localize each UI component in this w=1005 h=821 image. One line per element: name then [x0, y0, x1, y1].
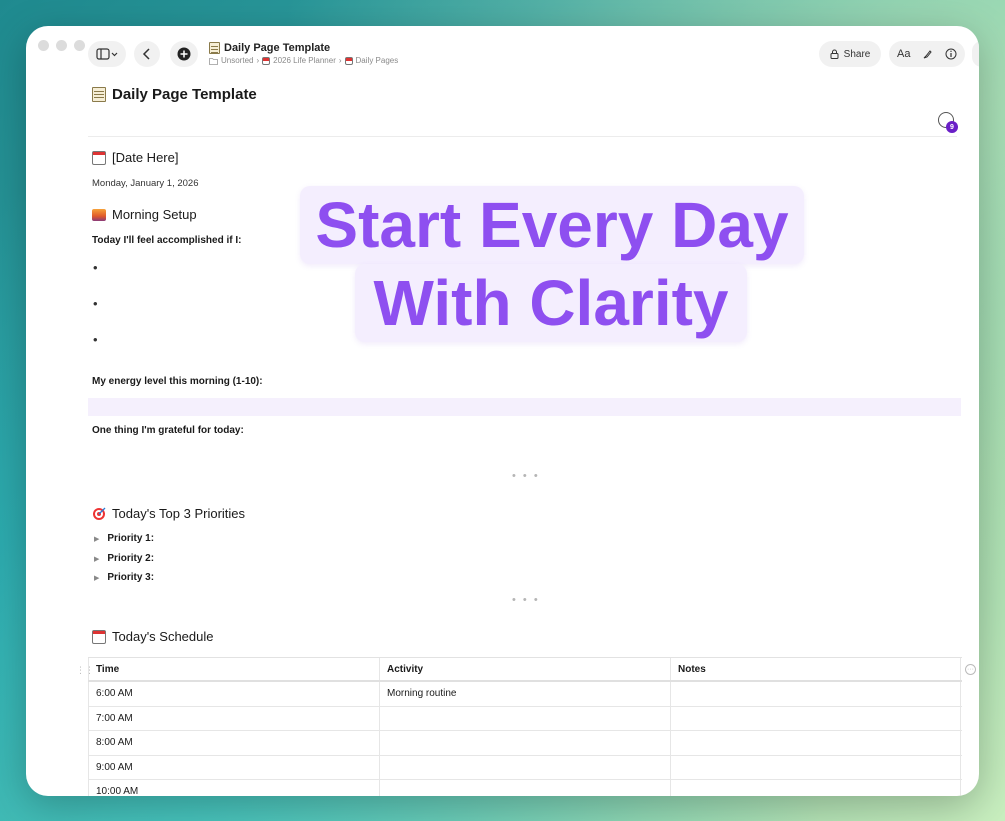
- disclosure-triangle-icon[interactable]: ▶: [94, 555, 99, 563]
- notepad-icon: [92, 87, 106, 102]
- table-cell[interactable]: [670, 706, 961, 730]
- calendar-icon: [92, 150, 106, 165]
- chevron-right-icon: ›: [256, 56, 260, 65]
- priority-toggle-1[interactable]: ▶ Priority 1:: [94, 533, 154, 544]
- breadcrumb-item-unsorted[interactable]: Unsorted: [221, 56, 253, 65]
- overlay-line-2: With Clarity: [355, 264, 747, 342]
- table-cell[interactable]: 8:00 AM: [88, 731, 379, 755]
- date-text: Monday, January 1, 2026: [92, 178, 199, 189]
- share-label: Share: [843, 48, 871, 60]
- schedule-heading-text: Today's Schedule: [112, 629, 214, 644]
- table-cell[interactable]: 10:00 AM: [88, 780, 379, 796]
- calendar-icon: [262, 56, 271, 65]
- sidebar-icon: [96, 48, 118, 60]
- info-icon[interactable]: [945, 48, 957, 60]
- title-divider: [88, 136, 957, 137]
- breadcrumb-item-life-planner[interactable]: 2026 Life Planner: [273, 56, 336, 65]
- new-page-button[interactable]: [170, 41, 198, 67]
- app-window: Daily Page Template Unsorted › 2026 Life…: [26, 26, 979, 796]
- table-cell[interactable]: [670, 755, 961, 779]
- plus-circle-icon: [177, 47, 191, 61]
- lock-icon: [830, 49, 839, 59]
- disclosure-triangle-icon[interactable]: ▶: [94, 574, 99, 582]
- accomplished-label: Today I'll feel accomplished if I:: [92, 235, 242, 246]
- priority-toggle-3[interactable]: ▶ Priority 3:: [94, 572, 154, 583]
- schedule-heading: Today's Schedule: [92, 629, 214, 644]
- zoom-window-button[interactable]: [74, 40, 85, 51]
- disclosure-triangle-icon[interactable]: ▶: [94, 535, 99, 543]
- calendar-icon: [92, 629, 106, 644]
- chevron-left-icon: [142, 48, 150, 60]
- priority-label: Priority 1:: [107, 533, 155, 544]
- chevron-right-icon: ›: [338, 56, 342, 65]
- table-row: 7:00 AM: [88, 706, 962, 731]
- page-title-text: Daily Page Template: [112, 86, 257, 103]
- section-divider: • • •: [512, 470, 540, 482]
- minimize-window-button[interactable]: [56, 40, 67, 51]
- table-cell[interactable]: [379, 731, 670, 755]
- date-heading: [Date Here]: [92, 150, 178, 165]
- table-cell[interactable]: [379, 780, 670, 796]
- share-button[interactable]: Share: [819, 41, 881, 67]
- morning-heading-text: Morning Setup: [112, 207, 197, 222]
- format-tools-group: Aa: [889, 41, 965, 67]
- breadcrumb-path: Unsorted › 2026 Life Planner › Daily Pag…: [209, 56, 398, 65]
- table-cell[interactable]: 9:00 AM: [88, 755, 379, 779]
- overlay-line-1: Start Every Day: [300, 186, 804, 264]
- breadcrumb-item-daily-pages[interactable]: Daily Pages: [356, 56, 399, 65]
- table-cell[interactable]: [379, 706, 670, 730]
- folder-icon: [209, 57, 218, 65]
- more-options-icon[interactable]: ···: [965, 664, 976, 675]
- sidebar-toggle-button[interactable]: [88, 41, 126, 67]
- font-settings-button[interactable]: Aa: [897, 48, 910, 60]
- promo-overlay: Start Every Day With Clarity: [300, 186, 804, 346]
- close-window-button[interactable]: [38, 40, 49, 51]
- target-icon: [93, 507, 106, 520]
- list-item[interactable]: •: [93, 332, 98, 347]
- table-header-row: Time Activity Notes: [88, 658, 962, 682]
- energy-label: My energy level this morning (1-10):: [92, 376, 263, 387]
- grateful-label: One thing I'm grateful for today:: [92, 425, 244, 436]
- table-row: 8:00 AM: [88, 731, 962, 756]
- comment-count-badge: 9: [946, 121, 958, 133]
- date-heading-text: [Date Here]: [112, 150, 179, 165]
- breadcrumb-title: Daily Page Template: [224, 42, 331, 54]
- list-item[interactable]: •: [93, 296, 98, 311]
- back-button[interactable]: [134, 41, 160, 67]
- list-item[interactable]: •: [93, 260, 98, 275]
- notepad-icon: [209, 42, 220, 54]
- priority-toggle-2[interactable]: ▶ Priority 2:: [94, 553, 154, 564]
- priorities-heading-text: Today's Top 3 Priorities: [112, 506, 246, 521]
- priorities-heading: Today's Top 3 Priorities: [92, 506, 245, 521]
- table-cell[interactable]: 7:00 AM: [88, 706, 379, 730]
- table-cell[interactable]: Morning routine: [379, 682, 670, 706]
- section-divider: • • •: [512, 594, 540, 606]
- morning-heading: Morning Setup: [92, 207, 197, 222]
- sunrise-icon: [92, 208, 106, 221]
- priority-label: Priority 2:: [107, 553, 155, 564]
- table-cell[interactable]: [670, 780, 961, 796]
- breadcrumb-title-row: Daily Page Template: [209, 42, 398, 54]
- table-cell[interactable]: [670, 682, 961, 706]
- toolbar: Daily Page Template Unsorted › 2026 Life…: [26, 26, 979, 80]
- brush-icon[interactable]: [922, 49, 933, 60]
- energy-input-block[interactable]: [88, 398, 961, 416]
- table-row: 10:00 AM: [88, 780, 962, 796]
- more-toolbar-button[interactable]: [972, 41, 979, 67]
- column-header-time[interactable]: Time: [88, 658, 379, 680]
- column-header-notes[interactable]: Notes: [670, 658, 961, 680]
- table-row: 6:00 AM Morning routine: [88, 682, 962, 707]
- table-row: 9:00 AM: [88, 755, 962, 780]
- priority-label: Priority 3:: [107, 572, 155, 583]
- page-title: Daily Page Template: [92, 86, 257, 103]
- calendar-icon: [344, 56, 353, 65]
- breadcrumb: Daily Page Template Unsorted › 2026 Life…: [209, 42, 398, 65]
- schedule-table: Time Activity Notes 6:00 AM Morning rout…: [88, 657, 962, 796]
- table-cell[interactable]: 6:00 AM: [88, 682, 379, 706]
- column-header-activity[interactable]: Activity: [379, 658, 670, 680]
- table-cell[interactable]: [379, 755, 670, 779]
- table-cell[interactable]: [670, 731, 961, 755]
- window-controls: [38, 40, 85, 51]
